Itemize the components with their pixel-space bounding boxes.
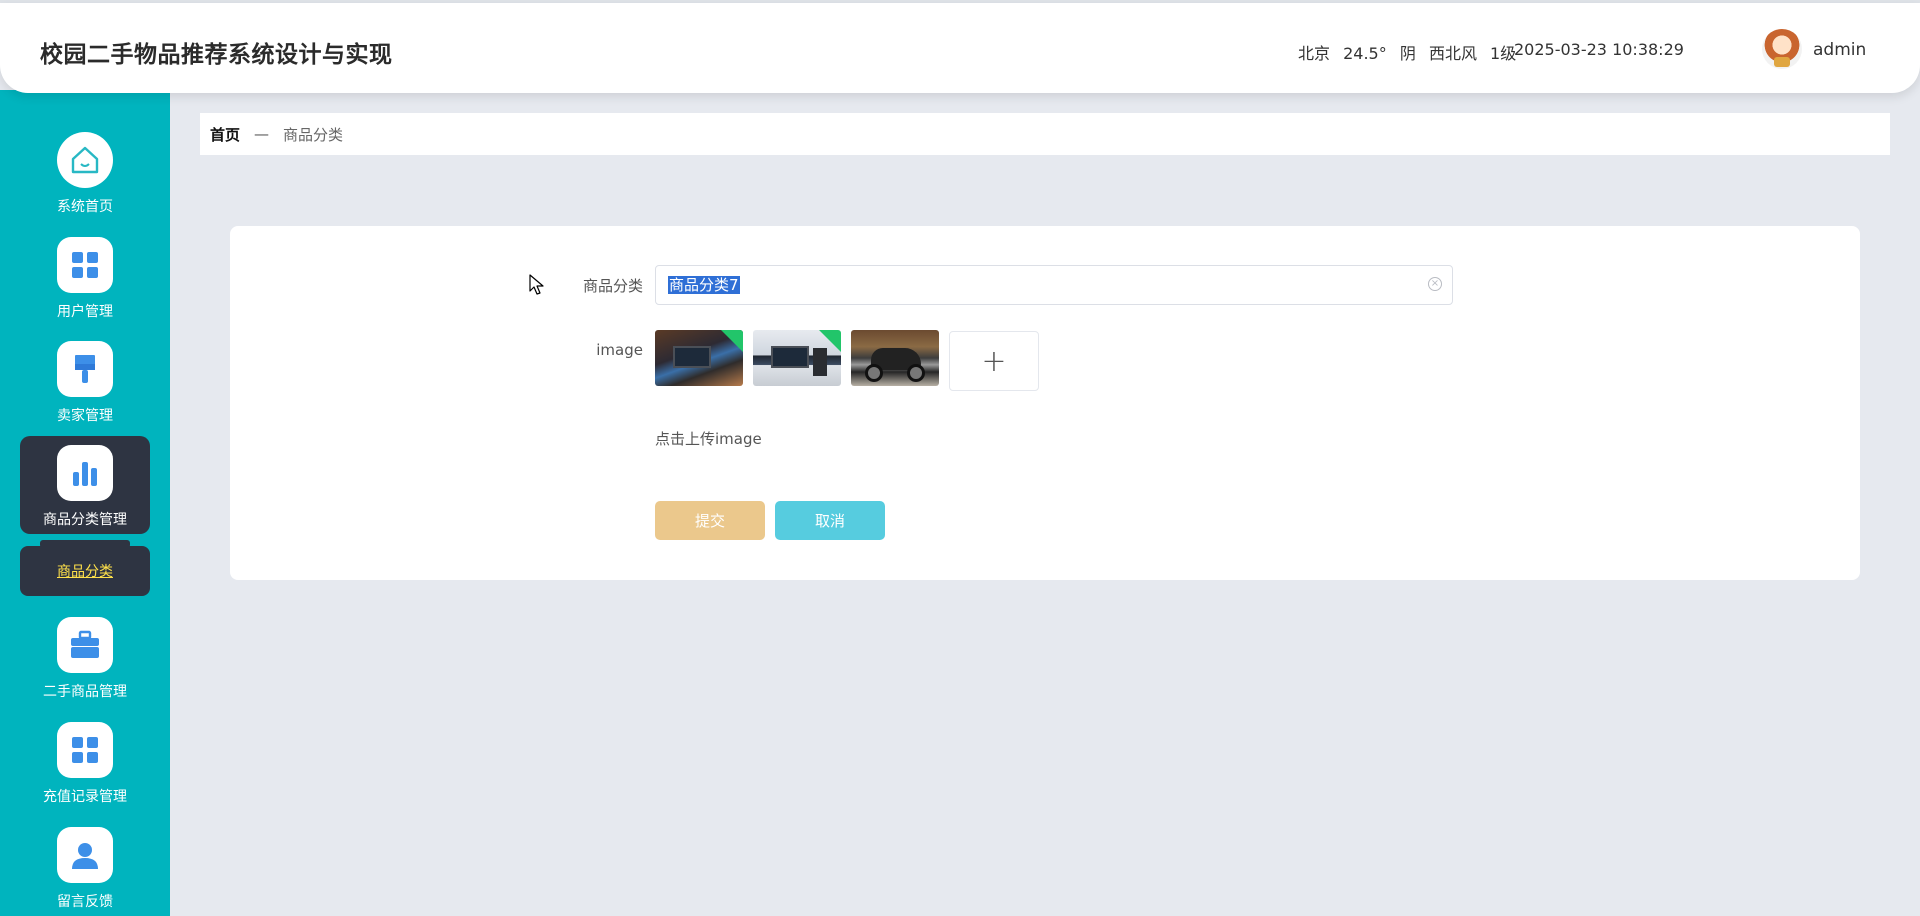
weather-wind: 西北风: [1428, 44, 1477, 63]
sidebar-item-label: 留言反馈: [57, 894, 113, 910]
grid-icon: [57, 237, 113, 293]
subitem-notch: [40, 540, 130, 548]
username[interactable]: admin: [1813, 40, 1866, 60]
tower-shape: [813, 348, 827, 376]
sidebar: 系统首页 用户管理 卖家管理 商品分类管理 商品分类 二手商品管理 充值记录管理…: [0, 90, 170, 916]
weather-wind-level: 1级: [1490, 44, 1517, 63]
datetime: 2025-03-23 10:38:29: [1514, 40, 1684, 59]
form-card: 商品分类 商品分类7 × image + 点击上传image 提交 取消: [230, 226, 1860, 580]
grid-icon: [57, 722, 113, 778]
sidebar-item-home[interactable]: 系统首页: [20, 123, 150, 221]
weather-temperature: 24.5°: [1343, 44, 1387, 63]
category-input-value: 商品分类7: [668, 276, 740, 294]
sidebar-subitem-label: 商品分类: [57, 564, 113, 580]
mouse-cursor-icon: [529, 274, 544, 295]
breadcrumb-home[interactable]: 首页: [210, 124, 240, 145]
thumbnail-corner-badge: [721, 330, 743, 352]
monitor-shape: [673, 346, 711, 368]
breadcrumb-separator: —: [254, 125, 270, 143]
app-title: 校园二手物品推荐系统设计与实现: [40, 42, 393, 68]
image-thumbnail-motorcycle[interactable]: [851, 330, 939, 386]
briefcase-icon: [57, 617, 113, 673]
weather-condition: 阴: [1399, 44, 1416, 63]
sidebar-item-label: 系统首页: [57, 199, 113, 215]
cancel-button[interactable]: 取消: [775, 501, 885, 540]
sidebar-item-feedback[interactable]: 留言反馈: [20, 818, 150, 916]
clear-icon[interactable]: ×: [1428, 277, 1442, 291]
breadcrumb: 首页 — 商品分类: [200, 113, 1890, 155]
upload-hint: 点击上传image: [655, 430, 762, 448]
sidebar-item-products[interactable]: 二手商品管理: [20, 608, 150, 706]
bar-chart-icon: [57, 445, 113, 501]
category-input[interactable]: 商品分类7 ×: [655, 265, 1453, 305]
sidebar-item-recharge[interactable]: 充值记录管理: [20, 713, 150, 811]
user-icon: [57, 827, 113, 883]
wheel-shape: [907, 364, 925, 382]
monitor-shape: [771, 346, 809, 368]
upload-button[interactable]: +: [949, 331, 1039, 391]
sidebar-item-sellers[interactable]: 卖家管理: [20, 332, 150, 430]
image-thumbnail-monitor-tower[interactable]: [753, 330, 841, 386]
brush-icon: [57, 341, 113, 397]
sidebar-subitem-category[interactable]: 商品分类: [20, 540, 150, 596]
image-thumbnail-desk-computer[interactable]: [655, 330, 743, 386]
sidebar-item-label: 充值记录管理: [43, 789, 127, 805]
plus-icon: +: [981, 343, 1007, 379]
sidebar-item-label: 商品分类管理: [43, 512, 127, 528]
sidebar-item-users[interactable]: 用户管理: [20, 228, 150, 326]
sidebar-item-label: 用户管理: [57, 304, 113, 320]
sidebar-item-label: 卖家管理: [57, 408, 113, 424]
sidebar-item-label: 二手商品管理: [43, 684, 127, 700]
user-avatar-icon[interactable]: [1762, 29, 1802, 69]
breadcrumb-current: 商品分类: [283, 125, 344, 144]
wheel-shape: [865, 364, 883, 382]
weather-info: 北京 24.5° 阴 西北风 1级: [1298, 40, 1524, 64]
image-label: image: [596, 341, 643, 359]
sidebar-item-category-management[interactable]: 商品分类管理: [20, 436, 150, 534]
weather-city: 北京: [1298, 44, 1331, 63]
submit-button[interactable]: 提交: [655, 501, 765, 540]
thumbnail-corner-badge: [819, 330, 841, 352]
top-header: 校园二手物品推荐系统设计与实现 北京 24.5° 阴 西北风 1级 2025-0…: [0, 3, 1920, 93]
home-icon: [57, 132, 113, 188]
